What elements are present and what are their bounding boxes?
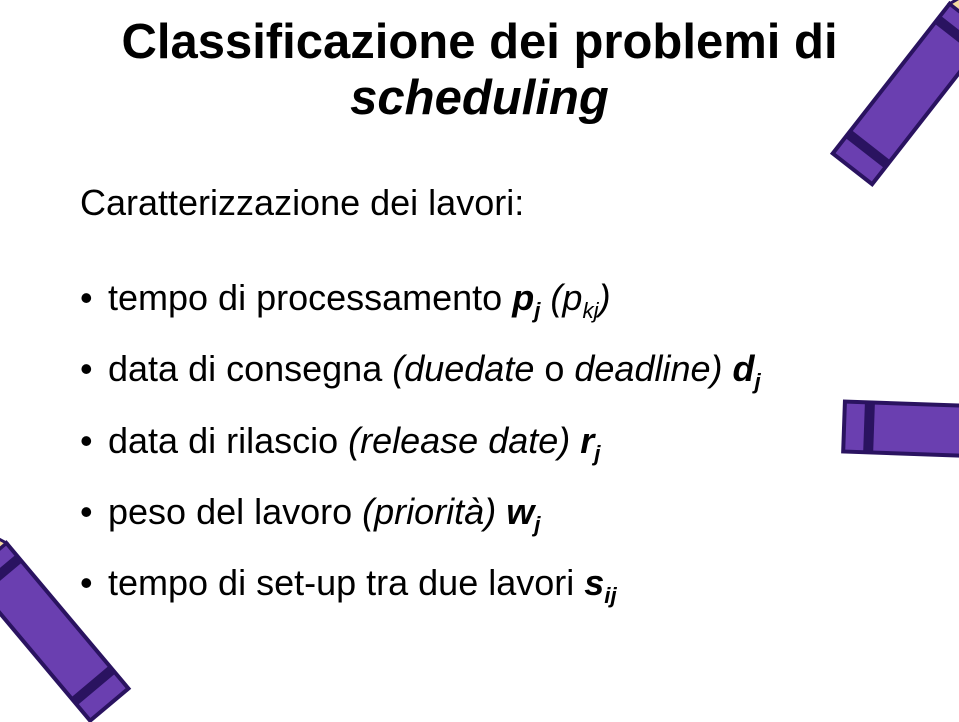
bullet-text: data di consegna bbox=[108, 348, 392, 389]
slide-subtitle: Caratterizzazione dei lavori: bbox=[80, 182, 524, 224]
paren-open: (p bbox=[540, 277, 582, 318]
subscript-j: j bbox=[755, 370, 761, 395]
title-line-2: scheduling bbox=[350, 71, 609, 125]
subscript-j: j bbox=[594, 441, 600, 466]
variable-r: r bbox=[570, 420, 594, 461]
paren-text: (release date) bbox=[348, 420, 570, 461]
subscript-kj: kj bbox=[582, 298, 598, 323]
list-item: data di rilascio (release date) rj bbox=[80, 421, 761, 461]
list-item: data di consegna (duedate o deadline) dj bbox=[80, 349, 761, 389]
bullet-text: data di rilascio bbox=[108, 420, 348, 461]
variable-w: w bbox=[496, 491, 534, 532]
paren-text: (priorità) bbox=[362, 491, 496, 532]
crayon-decoration-right bbox=[811, 351, 959, 510]
or-text: o bbox=[544, 348, 564, 389]
paren-close: ) bbox=[599, 277, 611, 318]
bullet-text: peso del lavoro bbox=[108, 491, 362, 532]
variable-p: p bbox=[512, 277, 534, 318]
title-line-1: Classificazione dei problemi di bbox=[121, 15, 837, 69]
list-item: peso del lavoro (priorità) wj bbox=[80, 492, 761, 532]
list-item: tempo di processamento pj (pkj) bbox=[80, 278, 761, 318]
slide-title: Classificazione dei problemi di scheduli… bbox=[0, 14, 959, 127]
bullet-text: tempo di set-up tra due lavori bbox=[108, 562, 584, 603]
list-item: tempo di set-up tra due lavori sij bbox=[80, 563, 761, 603]
subscript-j: j bbox=[534, 512, 540, 537]
variable-d: d bbox=[723, 348, 755, 389]
bullet-text: tempo di processamento bbox=[108, 277, 512, 318]
variable-s: s bbox=[584, 562, 604, 603]
bullet-list: tempo di processamento pj (pkj) data di … bbox=[80, 278, 761, 635]
paren-text: (duedate bbox=[392, 348, 544, 389]
paren-text-2: deadline) bbox=[564, 348, 722, 389]
subscript-ij: ij bbox=[604, 583, 616, 608]
